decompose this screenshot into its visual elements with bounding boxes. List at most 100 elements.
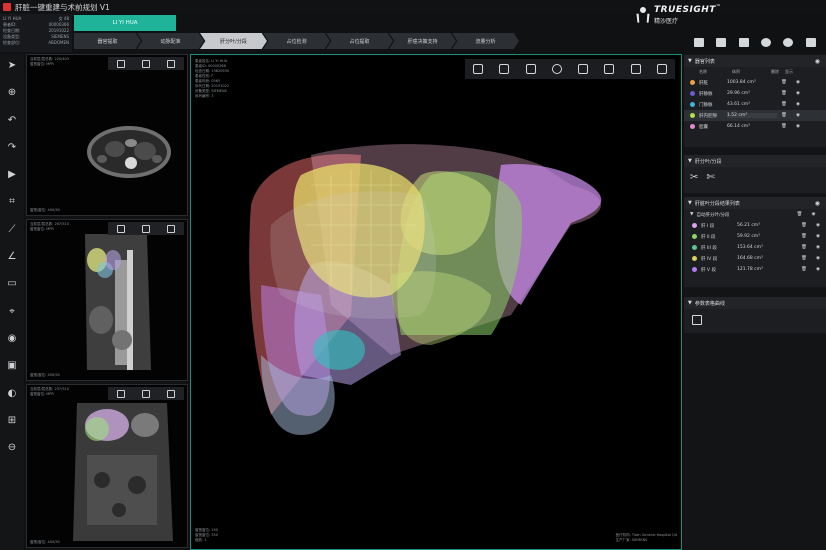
scissors-manual-icon[interactable]: ✄ [706, 172, 714, 183]
ruler-icon[interactable]: ⟋ [6, 224, 18, 236]
fit-icon[interactable] [167, 389, 176, 398]
organ-row[interactable]: 肝脏 1003.84 cm³ 🗑 ◉ [684, 77, 826, 88]
segment-group-row[interactable]: ▼ 自动肝分叶/分段 🗑 ◉ [684, 209, 826, 220]
segment-row[interactable]: 肝 III 段 153.64 cm³ 🗑 ◉ [684, 242, 826, 253]
eye-icon[interactable]: ◉ [6, 333, 18, 345]
eye-icon[interactable]: ◉ [791, 124, 805, 129]
curve-panel-body [684, 309, 826, 331]
workflow-step-flow-analysis[interactable]: 流量分析 [452, 33, 519, 49]
crop-icon[interactable]: ⌗ [6, 196, 18, 208]
eye-icon[interactable]: ◉ [791, 80, 805, 85]
folder-icon[interactable] [694, 37, 705, 47]
segment-result-header[interactable]: ▼ 肝脏叶分段结果列表 ◉ [684, 197, 826, 209]
organ-row[interactable]: 肝内腔隙 1.52 cm³ 🗑 ◉ [684, 110, 826, 121]
trash-icon[interactable]: 🗑 [797, 223, 811, 228]
segment-volume: 56.21 cm³ [737, 223, 760, 228]
eye-icon[interactable]: ◉ [815, 58, 820, 65]
patient-tab[interactable]: LI YI HUA [74, 15, 176, 31]
eye-icon[interactable]: ◉ [791, 113, 805, 118]
axial-viewport[interactable]: 当前层/层总数: 220/403 窗宽窗位: MPR 窗宽/窗位: 400/50 [26, 54, 188, 216]
viewport-info: 当前层/层总数: 267/510 窗宽窗位: MPR [30, 222, 69, 232]
organ-row[interactable]: 门静脉 43.61 cm³ 🗑 ◉ [684, 99, 826, 110]
annotation-icon[interactable]: ▭ [6, 278, 18, 290]
trash-icon[interactable]: 🗑 [797, 234, 811, 239]
minus-circle-icon[interactable]: ⊖ [6, 442, 18, 454]
eye-icon[interactable]: ◉ [811, 223, 825, 228]
segment-name: 肝 IV 段 [701, 256, 718, 262]
trash-icon[interactable]: 🗑 [797, 267, 811, 272]
eye-icon[interactable]: ◉ [811, 245, 825, 250]
video-icon[interactable]: ▶ [6, 169, 18, 181]
workflow-step-lesion-extraction[interactable]: 占位提取 [326, 33, 393, 49]
trash-icon[interactable]: 🗑 [797, 256, 811, 261]
sagittal-ct-image [85, 234, 151, 370]
segment-row[interactable]: 肝 IV 段 164.68 cm³ 🗑 ◉ [684, 253, 826, 264]
contrast-icon[interactable]: ◐ [6, 388, 18, 400]
segment-result-panel: ▼ 肝脏叶分段结果列表 ◉ ▼ 自动肝分叶/分段 🗑 ◉ 肝 I 段 56.21 c… [684, 197, 826, 287]
eye-icon[interactable]: ◉ [811, 234, 825, 239]
sagittal-viewport[interactable]: 当前层/层总数: 267/510 窗宽窗位: MPR 窗宽/窗位: 400/50 [26, 219, 188, 381]
col-delete: 删除 [771, 69, 779, 74]
chart-table-icon[interactable] [692, 315, 702, 325]
coronal-viewport[interactable]: 当前层/层总数: 257/510 窗宽窗位: MPR 窗宽/窗位: 400/50 [26, 384, 188, 548]
layout-grid-icon[interactable]: ⊞ [6, 415, 18, 427]
workflow-step-liver-segmentation[interactable]: 肝分叶/分段 [200, 33, 267, 49]
curve-panel-header[interactable]: ▼ 参数表格曲线 [684, 297, 826, 309]
pan-hand-icon[interactable] [116, 224, 125, 233]
gear-icon[interactable] [761, 37, 772, 47]
trash-icon[interactable]: 🗑 [792, 212, 806, 217]
patient-row: 检查部位: ABDOMEN [3, 40, 69, 46]
briefcase-icon[interactable] [738, 37, 749, 47]
trash-icon[interactable]: 🗑 [777, 91, 791, 96]
color-dot [692, 245, 697, 250]
main-3d-viewport[interactable]: 患者姓名: LI YI HUA 患者ID: 00000366 检查日期: 196… [190, 54, 682, 550]
undo-icon[interactable]: ↶ [6, 115, 18, 127]
window-level-icon[interactable] [141, 59, 150, 68]
workflow-step-lesion-detection[interactable]: 占位检测 [263, 33, 330, 49]
info-icon[interactable] [783, 37, 794, 47]
eye-icon[interactable]: ◉ [806, 212, 820, 217]
segment-group-name: 自动肝分叶/分段 [696, 212, 730, 218]
fit-icon[interactable] [167, 59, 176, 68]
trash-icon[interactable]: 🗑 [777, 80, 791, 85]
window-level-icon[interactable] [141, 224, 150, 233]
organ-volume[interactable]: 1.52 cm³ [727, 113, 777, 118]
workflow-step-artery-registration[interactable]: 动脉配准 [137, 33, 204, 49]
invert-icon[interactable]: ▣ [6, 360, 18, 372]
workflow-step-organ-extraction[interactable]: 器官提取 [74, 33, 141, 49]
segment-row[interactable]: 肝 I 段 56.21 cm³ 🗑 ◉ [684, 220, 826, 231]
color-dot [692, 256, 697, 261]
workflow-step-decision-support[interactable]: 肝癌决策支持 [389, 33, 456, 49]
eye-icon[interactable]: ◉ [791, 91, 805, 96]
trash-icon[interactable]: 🗑 [777, 124, 791, 129]
redo-icon[interactable]: ↷ [6, 142, 18, 154]
organ-name: 门静脉 [699, 102, 713, 108]
eye-icon[interactable]: ◉ [811, 267, 825, 272]
organ-row[interactable]: 肝静脉 29.96 cm³ 🗑 ◉ [684, 88, 826, 99]
roi-icon[interactable]: ⌖ [6, 306, 18, 318]
trash-icon[interactable]: 🗑 [797, 245, 811, 250]
workflow-steps: 器官提取 动脉配准 肝分叶/分段 占位检测 占位提取 肝癌决策支持 流量分析 [74, 33, 519, 49]
fit-icon[interactable] [167, 224, 176, 233]
segment-row[interactable]: 肝 II 段 59.92 cm³ 🗑 ◉ [684, 231, 826, 242]
map-icon[interactable] [805, 37, 816, 47]
window-level-icon[interactable] [141, 389, 150, 398]
patient-info-card[interactable]: LI YI HUA 女 48 患者ID: 00000366 检查日期: 2019102… [0, 14, 72, 52]
organ-row[interactable]: 胆囊 66.14 cm³ 🗑 ◉ [684, 121, 826, 132]
organ-list-header[interactable]: ▼ 器官列表 ◉ [684, 55, 826, 67]
scissors-auto-icon[interactable]: ✂ [690, 172, 698, 183]
app-title: 肝脏一键重建与术前规划 V1 [15, 2, 110, 12]
eye-icon[interactable]: ◉ [815, 200, 820, 207]
pan-hand-icon[interactable] [116, 59, 125, 68]
crosshair-icon[interactable]: ⊕ [6, 87, 18, 99]
segment-row[interactable]: 肝 V 段 121.78 cm³ 🗑 ◉ [684, 264, 826, 275]
eye-icon[interactable]: ◉ [811, 256, 825, 261]
pan-hand-icon[interactable] [116, 389, 125, 398]
folder-upload-icon[interactable] [716, 37, 727, 47]
eye-icon[interactable]: ◉ [791, 102, 805, 107]
trash-icon[interactable]: 🗑 [777, 113, 791, 118]
angle-icon[interactable]: ∠ [6, 251, 18, 263]
pointer-icon[interactable]: ➤ [6, 60, 18, 72]
segment-tool-header[interactable]: ▼ 肝分叶/分段 [684, 155, 826, 167]
trash-icon[interactable]: 🗑 [777, 102, 791, 107]
